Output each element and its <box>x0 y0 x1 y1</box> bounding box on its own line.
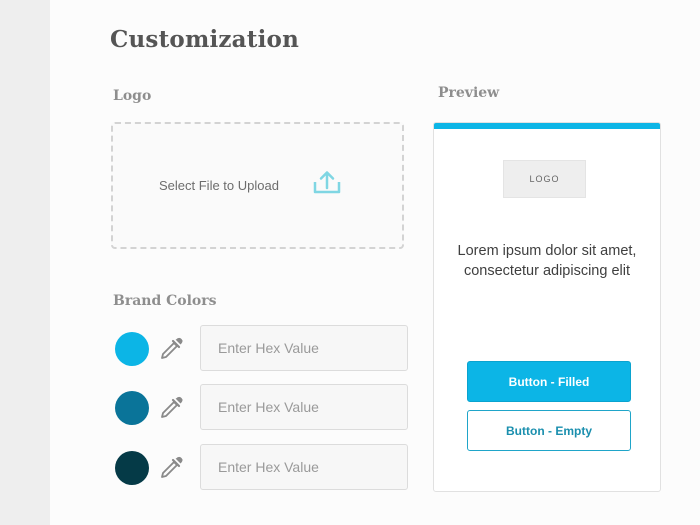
brand-color-row <box>113 444 413 490</box>
color-swatch[interactable] <box>115 332 149 366</box>
left-rail <box>0 0 50 525</box>
hex-value-input[interactable] <box>200 444 408 490</box>
preview-card: LOGO Lorem ipsum dolor sit amet, consect… <box>433 122 661 492</box>
color-swatch[interactable] <box>115 391 149 425</box>
brand-color-row <box>113 325 413 371</box>
page-title: Customization <box>110 26 300 53</box>
preview-body-text: Lorem ipsum dolor sit amet, consectetur … <box>457 243 637 279</box>
hex-value-input[interactable] <box>200 384 408 430</box>
preview-button-filled[interactable]: Button - Filled <box>467 361 631 402</box>
logo-placeholder: LOGO <box>503 160 586 198</box>
eyedropper-icon[interactable] <box>159 394 185 420</box>
preview-button-empty[interactable]: Button - Empty <box>467 410 631 451</box>
logo-upload-dropzone[interactable]: Select File to Upload <box>111 122 404 249</box>
eyedropper-icon[interactable] <box>159 335 185 361</box>
preview-accent-bar <box>434 123 660 129</box>
eyedropper-icon[interactable] <box>159 454 185 480</box>
hex-value-input[interactable] <box>200 325 408 371</box>
brand-color-row <box>113 384 413 430</box>
brand-colors-label: Brand Colors <box>113 293 217 309</box>
preview-label: Preview <box>438 85 500 101</box>
upload-icon[interactable] <box>313 169 341 195</box>
upload-text: Select File to Upload <box>159 178 279 193</box>
logo-section-label: Logo <box>113 88 152 104</box>
color-swatch[interactable] <box>115 451 149 485</box>
